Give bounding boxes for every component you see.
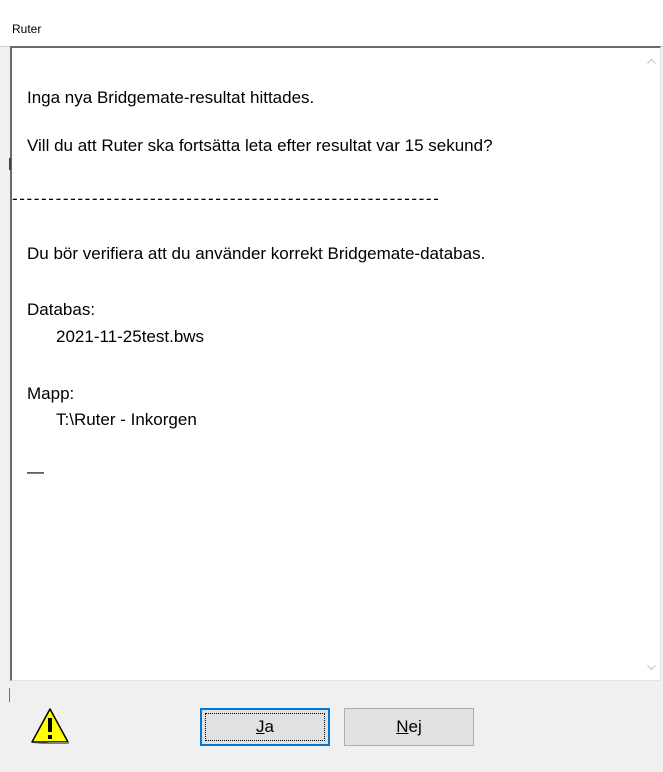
no-button[interactable]: Nej	[344, 708, 474, 746]
separator-line: ----------------------------------------…	[12, 189, 441, 208]
scroll-down-icon[interactable]	[643, 659, 660, 676]
vertical-scrollbar[interactable]	[643, 48, 660, 680]
scroll-up-icon[interactable]	[643, 52, 660, 69]
folder-label: Mapp:	[27, 384, 75, 403]
left-edge-mark-blue	[9, 688, 10, 702]
message-line-verify: Du bör verifiera att du använder korrekt…	[27, 244, 486, 263]
message-text-area: Inga nya Bridgemate-resultat hittades. V…	[12, 48, 643, 680]
focus-rectangle	[205, 713, 325, 741]
no-button-label: Nej	[396, 717, 422, 736]
window-title: Ruter	[12, 22, 42, 36]
warning-icon	[31, 708, 69, 744]
message-line-question: Vill du att Ruter ska fortsätta leta eft…	[27, 136, 493, 155]
message-line-no-results: Inga nya Bridgemate-resultat hittades.	[27, 88, 315, 107]
yes-button[interactable]: Ja	[200, 708, 330, 746]
trailer-dash: —	[27, 462, 44, 481]
folder-value: T:\Ruter - Inkorgen	[56, 410, 197, 429]
database-label: Databas:	[27, 300, 96, 319]
database-value: 2021-11-25test.bws	[56, 327, 205, 346]
message-textbox[interactable]: Inga nya Bridgemate-resultat hittades. V…	[10, 46, 661, 681]
left-edge-mark	[9, 158, 11, 170]
title-bar: Ruter	[0, 0, 663, 47]
